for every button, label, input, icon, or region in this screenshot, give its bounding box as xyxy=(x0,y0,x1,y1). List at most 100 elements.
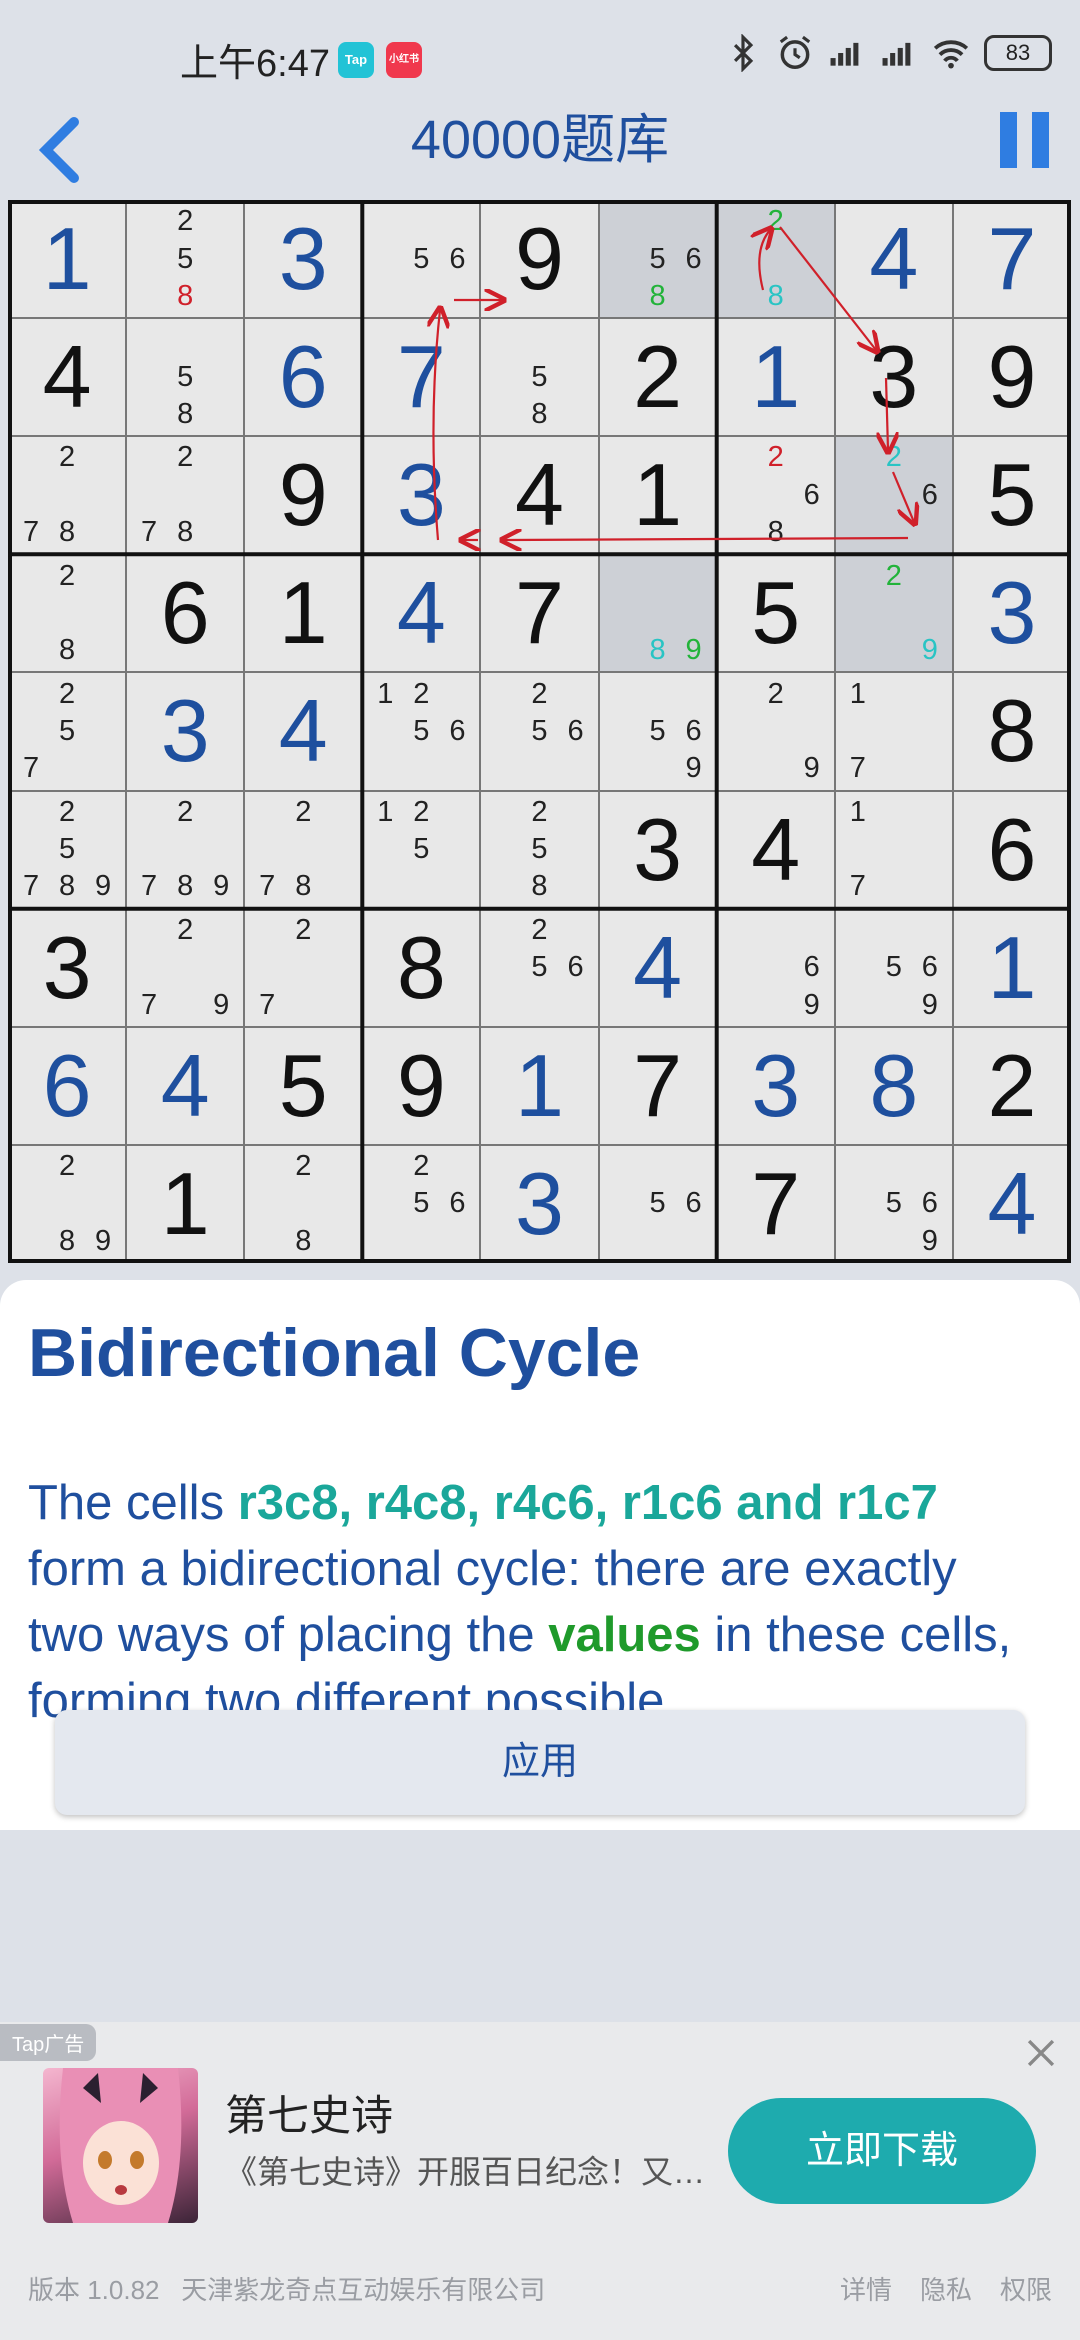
cell-r9c7[interactable]: 7 xyxy=(716,1144,835,1263)
cell-r7c7[interactable]: 69 xyxy=(716,908,835,1027)
cell-r2c1[interactable]: 4 xyxy=(8,318,127,437)
cell-r2c6[interactable]: 2 xyxy=(598,318,717,437)
cell-r3c6[interactable]: 1 xyxy=(598,436,717,555)
candidate-6: 6 xyxy=(449,714,466,747)
ad-link-privacy[interactable]: 隐私 xyxy=(920,2270,972,2307)
candidate-5 xyxy=(285,949,321,986)
cell-r9c9[interactable]: 4 xyxy=(952,1144,1071,1263)
cell-r7c2[interactable]: 2 7 9 xyxy=(126,908,245,1027)
close-icon[interactable] xyxy=(1024,2036,1058,2070)
cell-r9c5[interactable]: 3 xyxy=(480,1144,599,1263)
cell-r4c1[interactable]: 28 xyxy=(8,554,127,673)
cell-r5c9[interactable]: 8 xyxy=(952,672,1071,791)
cell-digit: 4 xyxy=(987,1153,1037,1253)
cell-r9c3[interactable]: 28 xyxy=(244,1144,363,1263)
candidate-7 xyxy=(367,278,403,315)
cell-r1c8[interactable]: 4 xyxy=(834,200,953,319)
cell-r2c2[interactable]: 58 xyxy=(126,318,245,437)
cell-r2c7[interactable]: 1 xyxy=(716,318,835,437)
cell-r5c5[interactable]: 2 56 xyxy=(480,672,599,791)
cell-r3c8[interactable]: 26 xyxy=(834,436,953,555)
cell-r8c2[interactable]: 4 xyxy=(126,1026,245,1145)
cell-r4c4[interactable]: 4 xyxy=(362,554,481,673)
pause-button[interactable] xyxy=(1000,112,1050,168)
cell-r8c5[interactable]: 1 xyxy=(480,1026,599,1145)
cell-r3c4[interactable]: 3 xyxy=(362,436,481,555)
cell-digit: 3 xyxy=(160,681,210,781)
cell-r7c4[interactable]: 8 xyxy=(362,908,481,1027)
cell-r7c1[interactable]: 3 xyxy=(8,908,127,1027)
cell-r8c4[interactable]: 9 xyxy=(362,1026,481,1145)
cell-r8c6[interactable]: 7 xyxy=(598,1026,717,1145)
cell-r6c1[interactable]: 2 5789 xyxy=(8,790,127,909)
candidate-7 xyxy=(131,396,167,433)
cell-r4c3[interactable]: 1 xyxy=(244,554,363,673)
cell-r6c2[interactable]: 2 789 xyxy=(126,790,245,909)
cell-r3c9[interactable]: 5 xyxy=(952,436,1071,555)
cell-r8c1[interactable]: 6 xyxy=(8,1026,127,1145)
cell-digit: 8 xyxy=(396,917,446,1017)
cell-r3c1[interactable]: 2 78 xyxy=(8,436,127,555)
cell-r7c8[interactable]: 56 9 xyxy=(834,908,953,1027)
cell-r1c4[interactable]: 56 xyxy=(362,200,481,319)
candidate-1 xyxy=(604,675,640,712)
cell-r1c9[interactable]: 7 xyxy=(952,200,1071,319)
download-button[interactable]: 立即下载 xyxy=(728,2098,1036,2204)
cell-r2c4[interactable]: 7 xyxy=(362,318,481,437)
cell-r4c7[interactable]: 5 xyxy=(716,554,835,673)
cell-r8c3[interactable]: 5 xyxy=(244,1026,363,1145)
cell-r1c6[interactable]: 568 xyxy=(598,200,717,319)
cell-r4c8[interactable]: 29 xyxy=(834,554,953,673)
cell-r6c4[interactable]: 12 5 xyxy=(362,790,481,909)
cell-r9c4[interactable]: 2 56 xyxy=(362,1144,481,1263)
cell-r2c5[interactable]: 58 xyxy=(480,318,599,437)
cell-r4c9[interactable]: 3 xyxy=(952,554,1071,673)
cell-r6c5[interactable]: 2 5 8 xyxy=(480,790,599,909)
cell-r7c9[interactable]: 1 xyxy=(952,908,1071,1027)
cell-r1c2[interactable]: 2 5 8 xyxy=(126,200,245,319)
cell-r7c6[interactable]: 4 xyxy=(598,908,717,1027)
cell-r9c1[interactable]: 2 89 xyxy=(8,1144,127,1263)
cell-r1c3[interactable]: 3 xyxy=(244,200,363,319)
ad-link-details[interactable]: 详情 xyxy=(840,2270,892,2307)
cell-r5c4[interactable]: 12 56 xyxy=(362,672,481,791)
ad-avatar-image[interactable] xyxy=(43,2068,198,2223)
cell-r4c6[interactable]: 89 xyxy=(598,554,717,673)
cell-r6c9[interactable]: 6 xyxy=(952,790,1071,909)
apply-button[interactable]: 应用 xyxy=(55,1710,1025,1815)
cell-r7c5[interactable]: 2 56 xyxy=(480,908,599,1027)
cell-r5c2[interactable]: 3 xyxy=(126,672,245,791)
cell-r4c2[interactable]: 6 xyxy=(126,554,245,673)
cell-r4c5[interactable]: 7 xyxy=(480,554,599,673)
cell-r1c1[interactable]: 1 xyxy=(8,200,127,319)
cell-r8c9[interactable]: 2 xyxy=(952,1026,1071,1145)
ad-banner[interactable]: Tap广告 第七史诗 《第七史诗》开服百日纪念！又… 立即下载 版本 1.0.8… xyxy=(0,2022,1080,2340)
cell-r5c3[interactable]: 4 xyxy=(244,672,363,791)
cell-r5c6[interactable]: 56 9 xyxy=(598,672,717,791)
cell-r2c8[interactable]: 3 xyxy=(834,318,953,437)
cell-r5c1[interactable]: 2 57 xyxy=(8,672,127,791)
cell-r3c3[interactable]: 9 xyxy=(244,436,363,555)
hint-values-link[interactable]: values xyxy=(548,1608,701,1662)
cell-r1c5[interactable]: 9 xyxy=(480,200,599,319)
cell-r8c8[interactable]: 8 xyxy=(834,1026,953,1145)
cell-r3c5[interactable]: 4 xyxy=(480,436,599,555)
cell-r6c6[interactable]: 3 xyxy=(598,790,717,909)
cell-r3c7[interactable]: 268 xyxy=(716,436,835,555)
cell-r6c3[interactable]: 2 78 xyxy=(244,790,363,909)
cell-r9c2[interactable]: 1 xyxy=(126,1144,245,1263)
cell-r3c2[interactable]: 2 78 xyxy=(126,436,245,555)
cell-r5c8[interactable]: 17 xyxy=(834,672,953,791)
cell-r2c9[interactable]: 9 xyxy=(952,318,1071,437)
cell-r7c3[interactable]: 27 xyxy=(244,908,363,1027)
cell-r9c6[interactable]: 56 xyxy=(598,1144,717,1263)
cell-r9c8[interactable]: 56 9 xyxy=(834,1144,953,1263)
cell-r6c8[interactable]: 17 xyxy=(834,790,953,909)
cell-r6c7[interactable]: 4 xyxy=(716,790,835,909)
cell-r2c3[interactable]: 6 xyxy=(244,318,363,437)
cell-r1c7[interactable]: 28 xyxy=(716,200,835,319)
candidate-7: 7 xyxy=(141,988,158,1021)
cell-r5c7[interactable]: 29 xyxy=(716,672,835,791)
cell-r8c7[interactable]: 3 xyxy=(716,1026,835,1145)
ad-link-permissions[interactable]: 权限 xyxy=(1000,2270,1052,2307)
